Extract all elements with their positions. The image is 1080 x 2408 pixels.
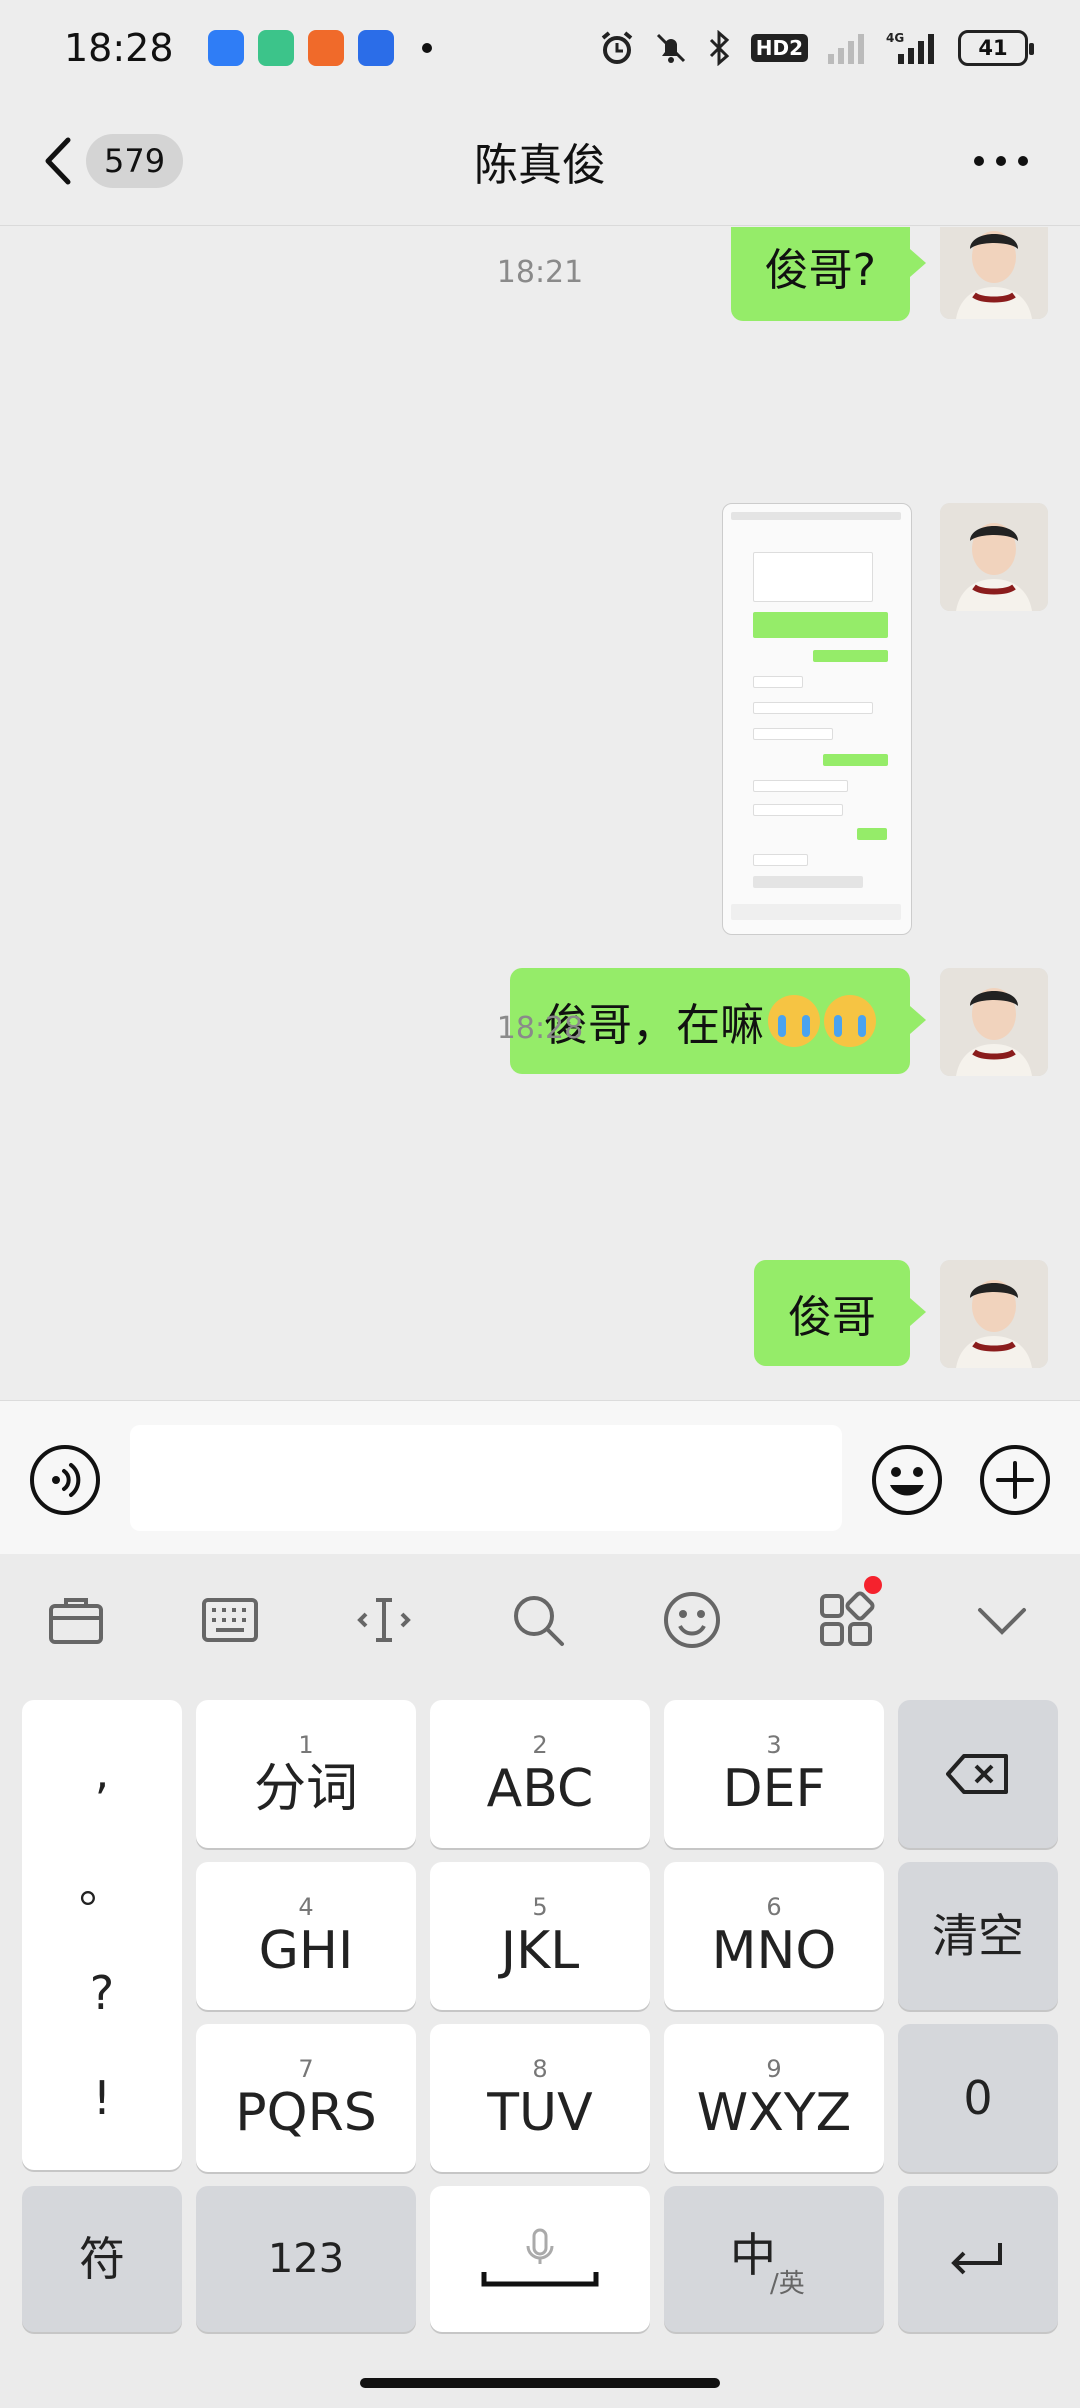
key-number: 8 [532, 2055, 548, 2083]
punctuation-column[interactable]: , 。 ? ! [22, 1700, 182, 2170]
more-options-button[interactable] [974, 156, 1028, 166]
status-bar: 18:28 HD2 4G 41 [0, 0, 1080, 96]
keyboard-toolbar [0, 1554, 1080, 1684]
key-label: 清空 [932, 1909, 1024, 1963]
mute-bell-icon [656, 33, 685, 63]
screenshot-image-message[interactable] [722, 503, 912, 935]
key-2[interactable]: 2 ABC [430, 1700, 650, 1848]
baidu-app-icon [357, 30, 394, 66]
lang-sub-label: /英 [770, 2269, 805, 2299]
key-label: 123 [267, 2236, 345, 2282]
search-icon[interactable] [508, 1590, 568, 1650]
money-app-icon [257, 30, 294, 66]
key-label: GHI [258, 1921, 354, 1981]
punct-period[interactable]: 。 [79, 1850, 125, 1916]
apps-grid-icon[interactable] [816, 1590, 876, 1650]
clear-key[interactable]: 清空 [898, 1862, 1058, 2010]
more-notifications-dot [421, 43, 432, 53]
keyboard: , 。 ? ! 1 分词 2 ABC 3 DEF 4 GHI 5 JKL 6 M… [0, 1554, 1080, 2408]
key-9[interactable]: 9 WXYZ [664, 2024, 884, 2172]
key-label: 分词 [253, 1759, 358, 1819]
signal-sim1-icon [828, 34, 864, 64]
key-label: DEF [722, 1759, 826, 1819]
avatar[interactable] [940, 503, 1048, 611]
key-label: WXYZ [696, 2083, 852, 2143]
keyboard-layout-icon[interactable] [200, 1590, 260, 1650]
timestamp: 18:21 [496, 255, 584, 290]
key-label: 符 [79, 2232, 125, 2286]
message-row: 俊哥 [754, 1260, 1048, 1368]
notification-red-dot [864, 1576, 882, 1594]
message-input[interactable] [130, 1425, 842, 1531]
backspace-key[interactable] [898, 1700, 1058, 1848]
numeric-key[interactable]: 123 [196, 2186, 416, 2332]
notification-icons [207, 30, 394, 66]
punct-question[interactable]: ? [90, 1966, 114, 2020]
key-3[interactable]: 3 DEF [664, 1700, 884, 1848]
battery-level: 41 [978, 36, 1008, 60]
message-input-bar [0, 1400, 1080, 1554]
key-number: 1 [298, 1731, 314, 1759]
emoji-icon[interactable] [662, 1590, 722, 1650]
key-number: 6 [766, 1893, 782, 1921]
key-number: 2 [532, 1731, 548, 1759]
bluetooth-icon [709, 30, 729, 66]
redpacket-app-icon [307, 30, 344, 66]
punct-comma[interactable]: , [95, 1745, 110, 1799]
key-6[interactable]: 6 MNO [664, 1862, 884, 2010]
key-0[interactable]: 0 [898, 2024, 1058, 2172]
key-number: 5 [532, 1893, 548, 1921]
punct-exclaim[interactable]: ! [93, 2071, 111, 2125]
key-8[interactable]: 8 TUV [430, 2024, 650, 2172]
signal-4g-icon: 4G [886, 31, 934, 64]
svg-text:4G: 4G [886, 31, 904, 45]
symbol-key[interactable]: 符 [22, 2186, 182, 2332]
battery-indicator: 41 [958, 30, 1034, 66]
avatar[interactable] [940, 1260, 1048, 1368]
plus-icon[interactable] [978, 1443, 1052, 1517]
status-time: 18:28 [64, 26, 174, 70]
message-row [722, 503, 1048, 935]
chevron-down-icon[interactable] [972, 1590, 1032, 1650]
language-switch-key[interactable]: 中 /英 [664, 2186, 884, 2332]
key-4[interactable]: 4 GHI [196, 1862, 416, 2010]
unread-count-badge[interactable]: 579 [86, 134, 184, 188]
emoji-icon[interactable] [870, 1443, 944, 1517]
home-indicator[interactable] [360, 2378, 720, 2388]
key-label: TUV [487, 2083, 593, 2143]
backspace-icon [946, 1754, 1008, 1794]
key-number: 9 [766, 2055, 782, 2083]
hd-badge: HD2 [750, 34, 808, 62]
key-7[interactable]: 7 PQRS [196, 2024, 416, 2172]
key-label: PQRS [235, 2083, 377, 2143]
key-label: 0 [963, 2071, 993, 2125]
space-key[interactable] [430, 2186, 650, 2332]
microphone-icon [481, 2228, 599, 2287]
key-number: 3 [766, 1731, 782, 1759]
key-number: 7 [298, 2055, 314, 2083]
clipboard-icon[interactable] [46, 1590, 106, 1650]
timestamp: 18:28 [496, 1011, 584, 1046]
key-1[interactable]: 1 分词 [196, 1700, 416, 1848]
enter-key[interactable] [898, 2186, 1058, 2332]
key-label: JKL [500, 1921, 580, 1981]
chat-header: 579 陈真俊 [0, 96, 1080, 226]
alarm-icon [601, 31, 633, 64]
chat-message-list[interactable]: 俊哥? 18:21 俊哥，在嘛 18:28 俊哥 [0, 227, 1080, 1400]
back-arrow-icon[interactable] [40, 136, 76, 186]
cursor-move-icon[interactable] [354, 1590, 414, 1650]
message-bubble[interactable]: 俊哥 [754, 1260, 926, 1366]
key-label: MNO [711, 1921, 837, 1981]
key-5[interactable]: 5 JKL [430, 1862, 650, 2010]
key-label: ABC [486, 1759, 594, 1819]
key-number: 4 [298, 1893, 314, 1921]
enter-icon [951, 2243, 1002, 2275]
browser-app-icon [207, 30, 244, 66]
voice-input-icon[interactable] [28, 1443, 102, 1517]
